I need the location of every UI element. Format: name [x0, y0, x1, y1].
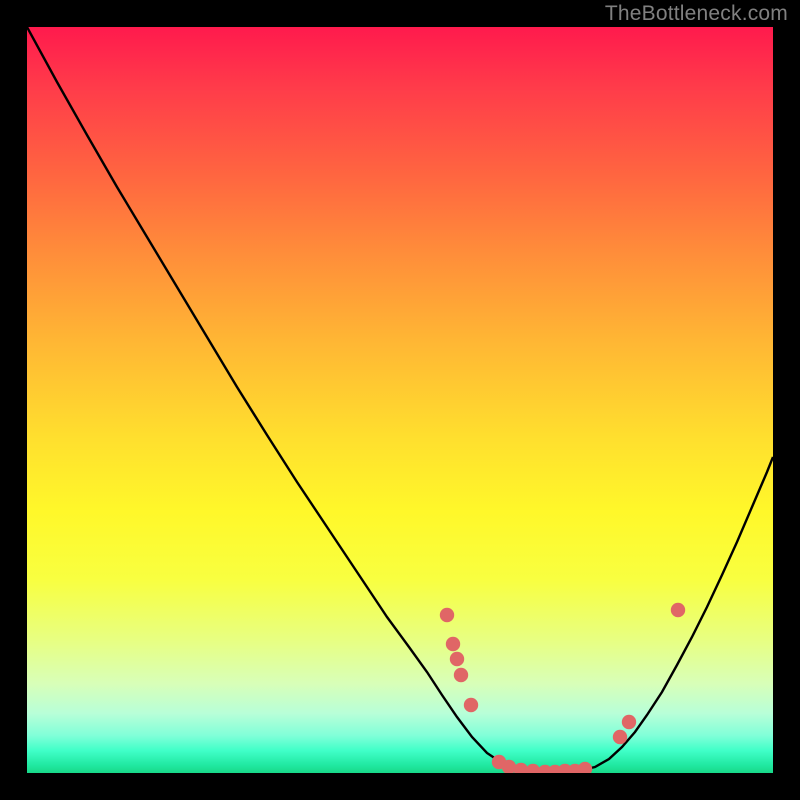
bottleneck-curve — [27, 27, 773, 772]
data-marker — [454, 668, 468, 682]
data-marker — [578, 762, 592, 773]
chart-plot-area — [27, 27, 773, 773]
data-marker — [671, 603, 685, 617]
watermark-text: TheBottleneck.com — [605, 2, 788, 26]
chart-svg — [27, 27, 773, 773]
data-markers-group — [440, 603, 685, 773]
data-marker — [613, 730, 627, 744]
data-marker — [446, 637, 460, 651]
data-marker — [622, 715, 636, 729]
data-marker — [450, 652, 464, 666]
data-marker — [440, 608, 454, 622]
data-marker — [464, 698, 478, 712]
